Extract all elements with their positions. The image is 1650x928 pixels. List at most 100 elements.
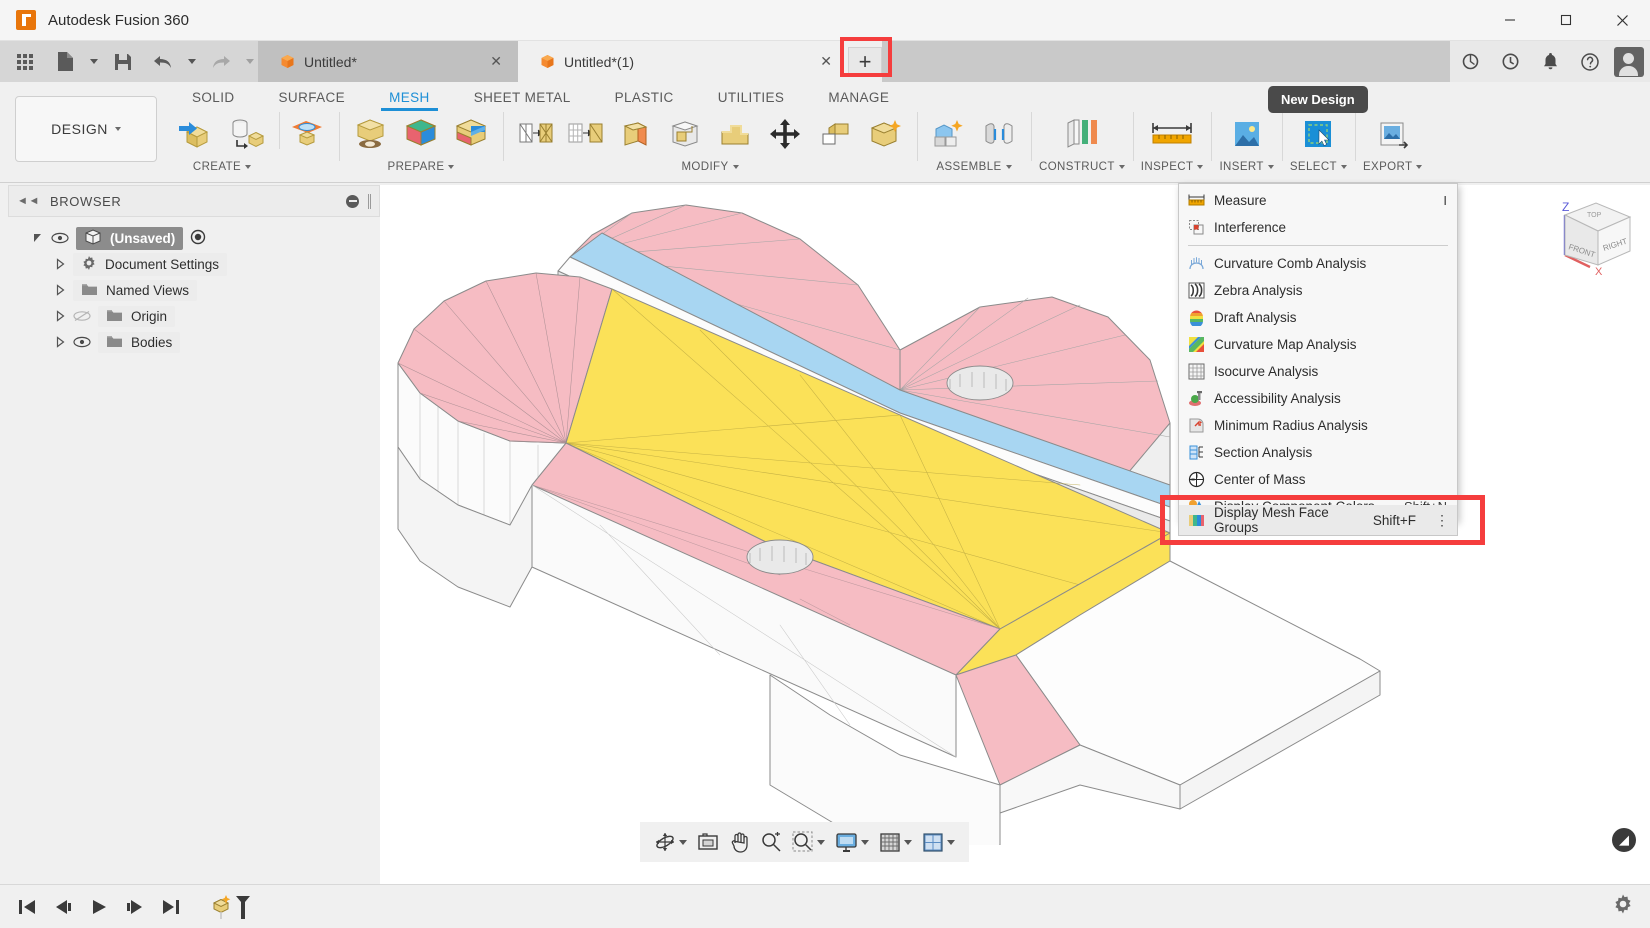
chevron-down-icon[interactable] <box>1340 165 1347 169</box>
document-tab-close-icon[interactable]: ✕ <box>794 53 832 70</box>
tree-item-unsaved[interactable]: (Unsaved) <box>8 225 380 251</box>
redo-dropdown-caret-icon[interactable] <box>242 41 258 82</box>
maximize-button[interactable] <box>1538 0 1594 41</box>
recent-icon[interactable] <box>1490 41 1530 82</box>
zoom-button[interactable] <box>756 828 786 856</box>
plane-cut-icon[interactable] <box>611 110 659 158</box>
chevron-down-icon[interactable] <box>448 165 455 169</box>
joint-icon[interactable] <box>975 110 1023 158</box>
menu-item-draft-analysis[interactable]: Draft Analysis <box>1179 304 1457 331</box>
tree-item-named-views[interactable]: Named Views <box>8 277 380 303</box>
remesh-icon[interactable] <box>347 110 395 158</box>
chevron-down-icon[interactable] <box>1118 165 1125 169</box>
view-cube[interactable]: Z X FRONT RIGHT TOP <box>1538 197 1636 289</box>
menu-item-interference[interactable]: Interference <box>1179 214 1457 241</box>
collapse-left-icon[interactable]: ◄◄ <box>17 195 40 207</box>
delete-icon[interactable] <box>811 110 859 158</box>
refresh-icon[interactable] <box>1450 41 1490 82</box>
go-to-end-icon[interactable] <box>160 896 182 918</box>
smooth-icon[interactable] <box>711 110 759 158</box>
new-file-dropdown-caret-icon[interactable] <box>86 41 102 82</box>
zoom-window-button[interactable] <box>788 828 829 856</box>
ribbon-tab-sheet-metal[interactable]: SHEET METAL <box>452 86 593 111</box>
go-to-beginning-icon[interactable] <box>16 896 38 918</box>
visibility-eye-icon[interactable] <box>51 232 69 245</box>
face-groups-icon[interactable] <box>397 110 445 158</box>
display-settings-button[interactable] <box>831 829 873 856</box>
new-design-button[interactable]: + <box>848 46 882 77</box>
export-icon[interactable] <box>1369 110 1417 158</box>
menu-item-display-mesh-face-groups[interactable]: Display Mesh Face Groups Shift+F ⋮ <box>1178 505 1458 536</box>
chevron-down-icon[interactable] <box>947 839 955 845</box>
tree-item-origin[interactable]: Origin <box>8 303 380 329</box>
activate-component-radio[interactable] <box>190 229 206 248</box>
timeline-settings-gear-icon[interactable] <box>1612 893 1634 920</box>
step-back-icon[interactable] <box>52 896 74 918</box>
menu-item-curvature-map-analysis[interactable]: Curvature Map Analysis <box>1179 331 1457 358</box>
visibility-eye-icon[interactable] <box>73 336 91 349</box>
user-avatar[interactable] <box>1614 46 1644 77</box>
menu-item-zebra-analysis[interactable]: Zebra Analysis <box>1179 277 1457 304</box>
workspace-selector[interactable]: DESIGN <box>15 96 157 162</box>
chevron-down-icon[interactable] <box>732 165 739 169</box>
chevron-down-icon[interactable] <box>1197 165 1204 169</box>
move-copy-icon[interactable] <box>761 110 809 158</box>
menu-item-accessibility-analysis[interactable]: Accessibility Analysis <box>1179 385 1457 412</box>
new-component-icon[interactable] <box>925 110 973 158</box>
notifications-bell-icon[interactable] <box>1530 41 1570 82</box>
erase-fill-icon[interactable] <box>661 110 709 158</box>
new-file-icon[interactable] <box>46 41 84 82</box>
ribbon-tab-mesh[interactable]: MESH <box>367 86 452 111</box>
expand-triangle-right-icon[interactable] <box>54 336 66 348</box>
viewports-button[interactable] <box>918 829 959 856</box>
chevron-down-icon[interactable] <box>904 839 912 845</box>
look-at-button[interactable] <box>693 829 723 855</box>
browser-minus-icon[interactable] <box>346 194 359 208</box>
menu-item-center-of-mass[interactable]: Center of Mass <box>1179 466 1457 493</box>
ribbon-tab-manage[interactable]: MANAGE <box>806 86 911 111</box>
viewport-canvas[interactable]: Z X FRONT RIGHT TOP <box>380 185 1650 886</box>
ribbon-tab-solid[interactable]: SOLID <box>170 86 257 111</box>
generate-face-groups-icon[interactable] <box>447 110 495 158</box>
chevron-down-icon[interactable] <box>679 839 687 845</box>
expand-triangle-right-icon[interactable] <box>54 310 66 322</box>
timeline-marker-icon[interactable] <box>210 891 258 923</box>
menu-item-isocurve-analysis[interactable]: Isocurve Analysis <box>1179 358 1457 385</box>
minimize-button[interactable] <box>1482 0 1538 41</box>
menu-item-curvature-comb-analysis[interactable]: Curvature Comb Analysis <box>1179 250 1457 277</box>
menu-item-minimum-radius-analysis[interactable]: Minimum Radius Analysis <box>1179 412 1457 439</box>
select-window-icon[interactable] <box>1294 110 1342 158</box>
chevron-down-icon[interactable] <box>817 839 825 845</box>
tree-item-document-settings[interactable]: Document Settings <box>8 251 380 277</box>
close-button[interactable] <box>1594 0 1650 41</box>
reduce-icon[interactable] <box>511 110 559 158</box>
repair-icon[interactable] <box>861 110 909 158</box>
play-icon[interactable] <box>88 896 110 918</box>
ribbon-tab-surface[interactable]: SURFACE <box>257 86 368 111</box>
undo-dropdown-caret-icon[interactable] <box>184 41 200 82</box>
offset-plane-icon[interactable] <box>1054 110 1110 158</box>
insert-mcmaster-icon[interactable] <box>1223 110 1271 158</box>
document-tab-untitled[interactable]: Untitled* ✕ <box>258 41 518 82</box>
make-closed-mesh-icon[interactable] <box>561 110 609 158</box>
menu-item-overflow-icon[interactable]: ⋮ <box>1435 513 1449 527</box>
help-icon[interactable] <box>1570 41 1610 82</box>
mesh-from-brep-icon[interactable] <box>223 110 271 158</box>
save-icon[interactable] <box>104 41 142 82</box>
menu-item-measure[interactable]: Measure I <box>1179 187 1457 214</box>
pan-hand-button[interactable] <box>725 828 754 856</box>
tree-item-bodies[interactable]: Bodies <box>8 329 380 355</box>
ribbon-tab-utilities[interactable]: UTILITIES <box>696 86 807 111</box>
chevron-down-icon[interactable] <box>245 165 252 169</box>
chevron-down-icon[interactable] <box>1005 165 1012 169</box>
expand-triangle-down-icon[interactable] <box>32 232 44 244</box>
expand-triangle-right-icon[interactable] <box>54 258 66 270</box>
help-chat-icon[interactable]: ◢ <box>1612 828 1636 852</box>
grid-snaps-button[interactable] <box>875 829 916 856</box>
visibility-eye-hidden-icon[interactable] <box>73 310 91 323</box>
ribbon-tab-plastic[interactable]: PLASTIC <box>593 86 696 111</box>
undo-icon[interactable] <box>144 41 182 82</box>
browser-resize-grip[interactable] <box>368 193 371 209</box>
expand-triangle-right-icon[interactable] <box>54 284 66 296</box>
create-mesh-icon[interactable] <box>173 110 221 158</box>
